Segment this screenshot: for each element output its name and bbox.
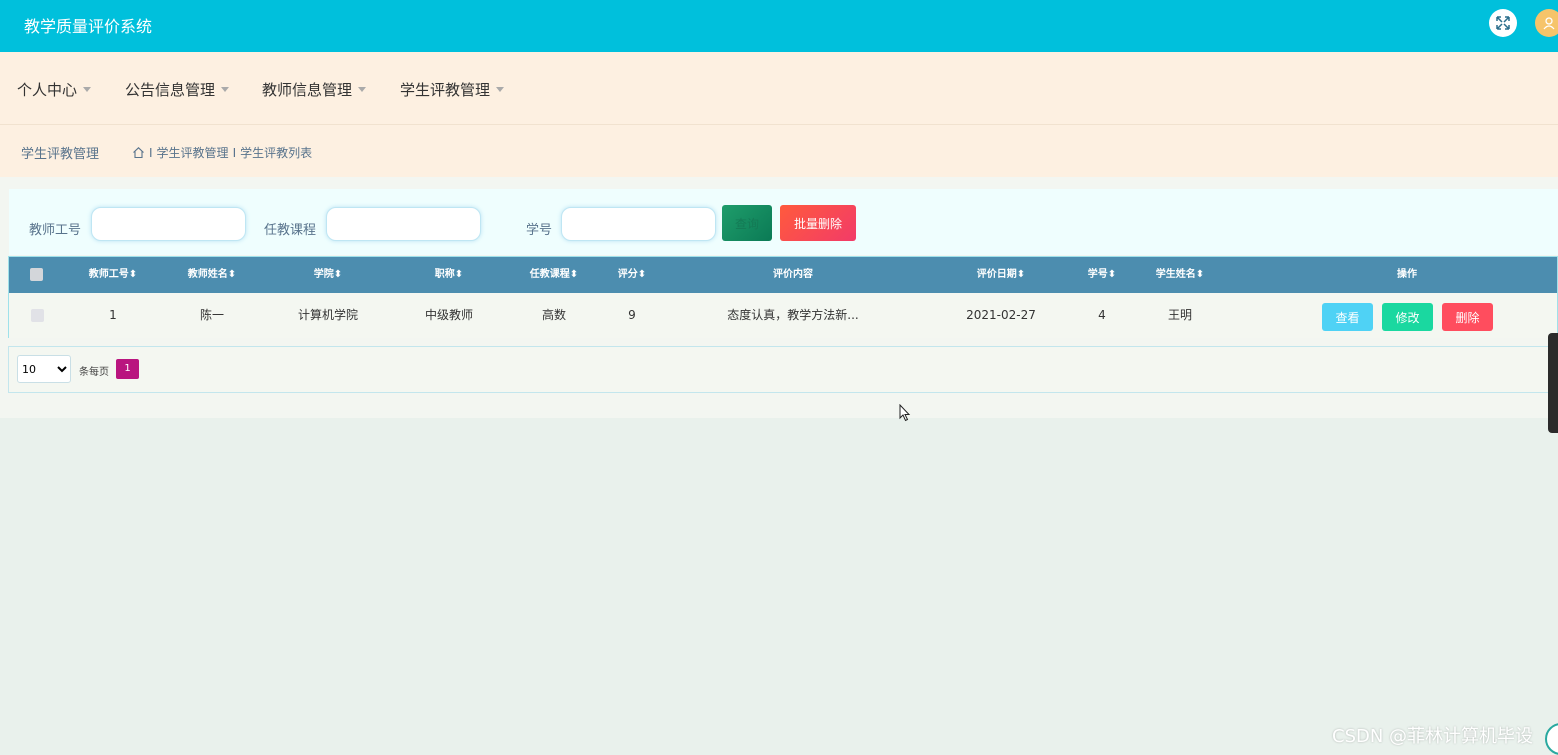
search-panel: 教师工号 任教课程 学号 查询 批量删除	[9, 189, 1558, 255]
table-row: 1 陈一 计算机学院 中级教师 高数 9 态度认真，教学方法新... 2021-…	[9, 293, 1557, 338]
column-header-label: 学院	[313, 269, 334, 280]
sort-icon: ⬍	[128, 269, 138, 280]
nav-item-personal-center[interactable]: 个人中心	[17, 79, 92, 100]
nav-item-label: 教师信息管理	[262, 81, 353, 99]
caret-down-icon	[83, 87, 92, 92]
column-header-label: 学生姓名	[1155, 269, 1196, 280]
user-avatar-icon	[1543, 17, 1555, 30]
student-id-label: 学号	[526, 223, 553, 238]
teacher-id-label: 教师工号	[29, 223, 82, 238]
select-all-checkbox[interactable]	[30, 268, 43, 281]
evaluation-table: 教师工号⬍ 教师姓名⬍ 学院⬍ 职称⬍ 任教课程⬍ 评分⬍ 评价内容 评价日期⬍…	[8, 256, 1558, 338]
breadcrumb-separator: I	[232, 145, 237, 160]
nav-item-announcement-management[interactable]: 公告信息管理	[125, 79, 230, 100]
sort-icon: ⬍	[227, 269, 237, 280]
course-label: 任教课程	[264, 223, 317, 238]
main-nav: 个人中心 公告信息管理 教师信息管理 学生评教管理	[0, 52, 1558, 125]
cell-student-id: 4	[1098, 308, 1106, 322]
nav-item-label: 公告信息管理	[125, 81, 216, 99]
cell-date: 2021-02-27	[966, 308, 1036, 322]
cell-score: 9	[628, 308, 636, 322]
column-header-label: 评价日期	[976, 269, 1017, 280]
nav-item-teacher-management[interactable]: 教师信息管理	[262, 79, 367, 100]
sort-icon: ⬍	[569, 269, 579, 280]
delete-button[interactable]: 删除	[1442, 303, 1493, 331]
sort-icon: ⬍	[333, 269, 343, 280]
cell-teacher-id: 1	[109, 308, 117, 322]
sort-icon: ⬍	[637, 269, 647, 280]
top-header: 教学质量评价系统	[0, 0, 1558, 52]
home-icon[interactable]	[132, 146, 145, 159]
cell-content: 态度认真，教学方法新...	[727, 308, 859, 322]
column-header-course[interactable]: 任教课程⬍	[530, 257, 578, 293]
column-header-label: 任教课程	[529, 269, 570, 280]
column-header-student-id[interactable]: 学号⬍	[1088, 257, 1116, 293]
student-id-input[interactable]	[561, 207, 716, 241]
caret-down-icon	[358, 87, 367, 92]
column-header-teacher-id[interactable]: 教师工号⬍	[89, 257, 137, 293]
floating-widget-icon[interactable]	[1545, 723, 1558, 755]
main-content: 教师工号 任教课程 学号 查询 批量删除 教师工号⬍ 教师姓名⬍ 学院⬍ 职称⬍…	[0, 177, 1558, 418]
cell-college: 计算机学院	[297, 308, 359, 322]
fullscreen-icon	[1496, 16, 1510, 30]
sort-icon: ⬍	[454, 269, 464, 280]
column-header-label: 学号	[1087, 269, 1108, 280]
column-header-content: 评价内容	[773, 257, 813, 293]
column-header-date[interactable]: 评价日期⬍	[977, 257, 1025, 293]
course-input[interactable]	[326, 207, 481, 241]
cell-teacher-name: 陈一	[199, 308, 225, 322]
table-header: 教师工号⬍ 教师姓名⬍ 学院⬍ 职称⬍ 任教课程⬍ 评分⬍ 评价内容 评价日期⬍…	[9, 257, 1557, 293]
breadcrumb-bar: 学生评教管理 I 学生评教管理 I 学生评教列表	[0, 125, 1558, 177]
page-size-select[interactable]: 10	[17, 355, 71, 383]
sort-icon: ⬍	[1195, 269, 1205, 280]
column-header-college[interactable]: 学院⬍	[314, 257, 342, 293]
cell-student-name: 王明	[1167, 308, 1193, 322]
mouse-cursor-icon	[899, 404, 911, 422]
pagination: 10 条每页 1	[8, 346, 1558, 393]
breadcrumb-separator: I	[149, 145, 153, 160]
caret-down-icon	[221, 87, 230, 92]
edit-button[interactable]: 修改	[1382, 303, 1433, 331]
sort-icon: ⬍	[1016, 269, 1026, 280]
batch-delete-button[interactable]: 批量删除	[780, 205, 856, 241]
page-number-current[interactable]: 1	[116, 359, 139, 379]
watermark: CSDN @菲林计算机毕设	[1332, 726, 1534, 747]
scrollbar-thumb[interactable]	[1548, 333, 1558, 433]
fullscreen-button[interactable]	[1489, 9, 1517, 37]
page-title: 学生评教管理	[21, 147, 100, 162]
breadcrumb-item[interactable]: 学生评教管理	[157, 144, 229, 161]
caret-down-icon	[496, 87, 505, 92]
breadcrumb: I 学生评教管理 I 学生评教列表	[132, 144, 312, 161]
search-button[interactable]: 查询	[722, 205, 772, 241]
app-title: 教学质量评价系统	[24, 17, 153, 36]
sort-icon: ⬍	[1107, 269, 1117, 280]
column-header-label: 评分	[617, 269, 638, 280]
cell-course: 高数	[541, 308, 567, 322]
nav-item-label: 个人中心	[17, 81, 78, 99]
column-header-title[interactable]: 职称⬍	[435, 257, 463, 293]
column-header-label: 评价内容	[773, 269, 813, 280]
column-header-student-name[interactable]: 学生姓名⬍	[1156, 257, 1204, 293]
column-header-teacher-name[interactable]: 教师姓名⬍	[188, 257, 236, 293]
column-header-label: 教师工号	[88, 269, 129, 280]
breadcrumb-item: 学生评教列表	[240, 146, 313, 160]
per-page-label: 条每页	[79, 367, 109, 378]
column-header-actions: 操作	[1397, 257, 1417, 293]
user-avatar[interactable]	[1535, 9, 1558, 37]
column-header-label: 操作	[1397, 269, 1417, 280]
row-checkbox[interactable]	[31, 309, 44, 322]
column-header-label: 教师姓名	[187, 269, 228, 280]
column-header-score[interactable]: 评分⬍	[618, 257, 646, 293]
nav-item-evaluation-management[interactable]: 学生评教管理	[400, 79, 505, 100]
nav-item-label: 学生评教管理	[400, 81, 491, 99]
view-button[interactable]: 查看	[1322, 303, 1373, 331]
cell-title: 中级教师	[424, 308, 474, 322]
teacher-id-input[interactable]	[91, 207, 246, 241]
column-header-label: 职称	[434, 269, 455, 280]
